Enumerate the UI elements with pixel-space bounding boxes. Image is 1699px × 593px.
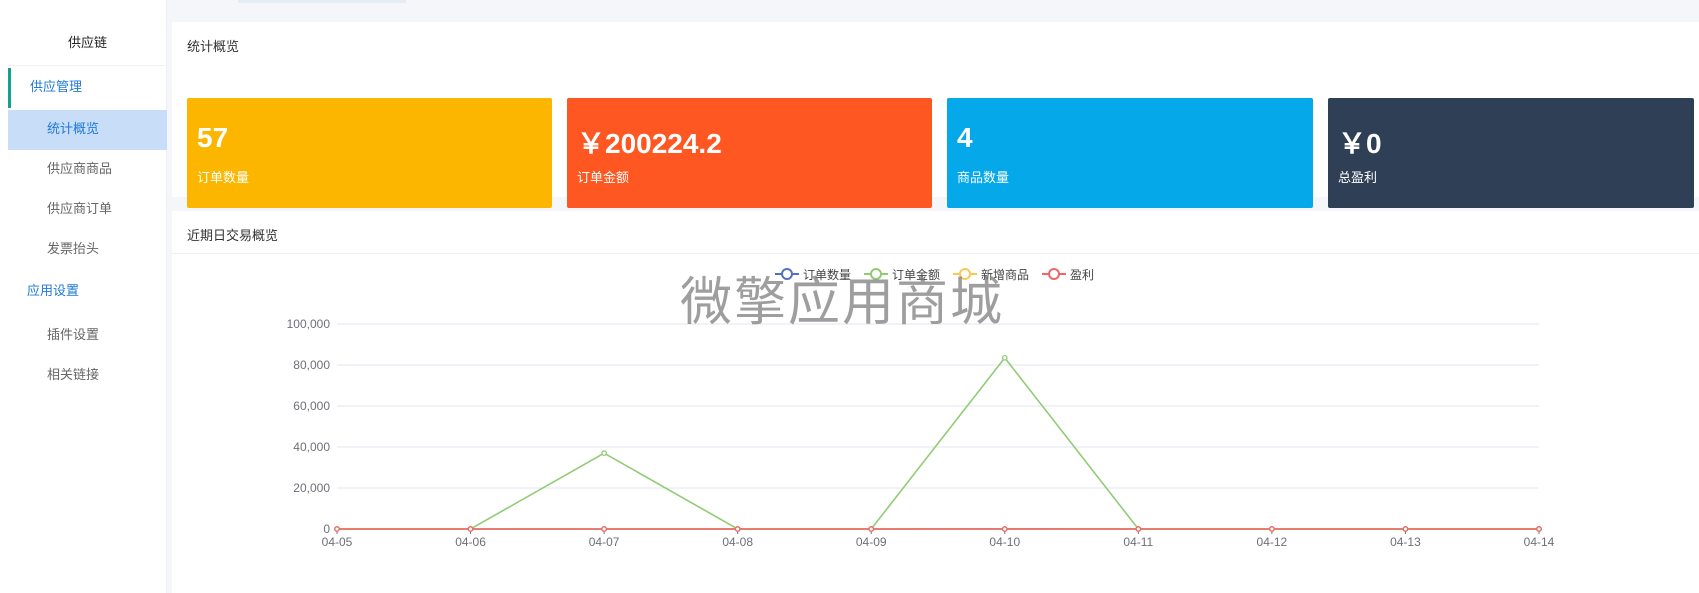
goods-count-card[interactable]: 4 商品数量	[947, 98, 1313, 208]
trend-divider	[172, 253, 1699, 254]
order-count-card[interactable]: 57 订单数量	[187, 98, 552, 208]
order-count-value: 57	[197, 122, 229, 153]
sidebar-item-statistics-overview[interactable]: 统计概览	[8, 110, 167, 150]
sidebar-group-supply-management[interactable]: 供应管理	[8, 68, 167, 108]
watermark: 微擎应用商城	[680, 273, 1005, 333]
total-profit-label: 总盈利	[1338, 171, 1378, 186]
sidebar-item-supplier-goods[interactable]: 供应商商品	[8, 150, 167, 190]
sidebar-item-plugin-settings[interactable]: 插件设置	[8, 316, 167, 356]
order-amount-card[interactable]: ￥200224.2 订单金额	[567, 98, 932, 208]
sidebar-item-invoice-header[interactable]: 发票抬头	[8, 230, 167, 270]
total-profit-value: ￥0	[1338, 128, 1382, 159]
order-amount-label: 订单金额	[577, 171, 630, 186]
trend-title: 近期日交易概览	[187, 229, 279, 244]
legend-profit-label: 盈利	[1070, 268, 1095, 282]
stats-title: 统计概览	[187, 40, 240, 55]
goods-count-value: 4	[957, 122, 973, 153]
sidebar: 供应链 供应管理 统计概览 供应商商品 供应商订单 发票抬头 应用设置 插件设置…	[0, 0, 167, 593]
top-tab-indicator	[238, 0, 406, 3]
total-profit-card[interactable]: ￥0 总盈利	[1328, 98, 1694, 208]
order-count-label: 订单数量	[197, 171, 250, 186]
sidebar-item-supplier-orders[interactable]: 供应商订单	[8, 190, 167, 230]
sidebar-group-app-settings[interactable]: 应用设置	[8, 272, 167, 312]
sidebar-title: 供应链	[8, 30, 167, 66]
stats-panel: 统计概览 57 订单数量 ￥200224.2 订单金额 4 商品数量 ￥0 总盈…	[172, 22, 1699, 208]
sidebar-item-related-links[interactable]: 相关链接	[8, 356, 167, 396]
order-amount-value: ￥200224.2	[577, 128, 722, 159]
goods-count-label: 商品数量	[957, 171, 1010, 186]
